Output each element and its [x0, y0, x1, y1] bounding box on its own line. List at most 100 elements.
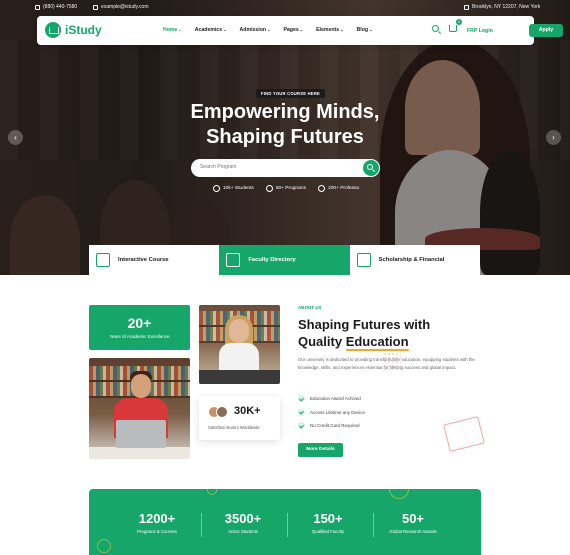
top-bar: (880) 440-7580 example@istudy.com Brookl… [0, 0, 570, 14]
avatar [216, 406, 228, 418]
check-icon [298, 408, 305, 416]
search-icon [367, 164, 373, 170]
checklist-item: Access Lifetime any Device [298, 406, 365, 420]
professor-icon [318, 185, 326, 192]
nav-menu: Home⌄ Academics⌄ Admission⌄ Pages⌄ Eleme… [163, 27, 372, 33]
hero-stats: 10k+ Students 50+ Programs 200+ Professo [213, 185, 359, 192]
hero-stat: 10k+ Students [213, 185, 254, 192]
hero-stat-label: 200+ Professo [328, 186, 360, 191]
stat-label: Active Students [228, 529, 258, 534]
chevron-down-icon: ⌄ [340, 27, 344, 32]
location-icon [464, 4, 469, 10]
stat-awards: 50+ Global Research Awards [368, 511, 458, 534]
feature-label: Interactive Course [118, 257, 169, 263]
mail-icon [93, 4, 98, 10]
diploma-icon [356, 253, 371, 267]
email-info[interactable]: example@istudy.com [93, 4, 149, 10]
program-search-input[interactable] [200, 164, 350, 170]
years-label: Years of Academic Excellence [109, 334, 170, 339]
ring-decoration [389, 489, 409, 499]
faculty-icon [226, 253, 241, 267]
stat-label: Qualified Faculty [311, 529, 344, 534]
address-info: Brooklyn, NY 12207, New York [464, 4, 540, 10]
checklist-label: No Credit Card Required [310, 423, 360, 429]
feature-label: Scholarship & Financial [378, 257, 445, 263]
hero-search-bar [191, 159, 380, 177]
nav-item-admission[interactable]: Admission⌄ [240, 27, 271, 33]
logo-text: iStudy [65, 23, 102, 37]
feature-interactive-course[interactable]: Interactive Course [89, 245, 220, 275]
phone-info[interactable]: (880) 440-7580 [35, 4, 77, 10]
nav-item-pages[interactable]: Pages⌄ [283, 27, 303, 33]
email-text: example@istudy.com [101, 4, 149, 10]
hero-title-line2: Shaping Futures [206, 126, 364, 148]
feature-scholarship[interactable]: Scholarship & Financial [349, 245, 480, 275]
logo[interactable]: iStudy [45, 22, 102, 38]
about-title-highlight: Education [345, 334, 409, 351]
nav-item-label: Pages [283, 27, 299, 33]
books-icon [96, 253, 110, 267]
students-icon [213, 185, 220, 192]
nav-item-label: Home [163, 27, 178, 33]
stat-number: 3500+ [224, 511, 262, 526]
chevron-down-icon: ⌄ [369, 27, 373, 32]
alumni-avatars [208, 406, 232, 418]
carousel-prev-button[interactable]: ‹ [8, 130, 23, 145]
student-boy-photo [89, 358, 190, 459]
feature-faculty-directory[interactable]: Faculty Directory [219, 245, 350, 275]
address-text: Brooklyn, NY 12207, New York [472, 4, 541, 10]
nav-item-academics[interactable]: Academics⌄ [195, 27, 227, 33]
nav-item-label: Blog [356, 27, 369, 33]
hero-stat-label: 10k+ Students [223, 186, 254, 191]
search-icon[interactable] [432, 25, 439, 32]
stat-programs: 1200+ Programs & Courses [112, 511, 202, 534]
hero-stat: 200+ Professo [318, 185, 359, 192]
nav-item-home[interactable]: Home⌄ [163, 27, 182, 33]
feature-tabs: Interactive Course Faculty Directory Sch… [89, 245, 480, 275]
feature-label: Faculty Directory [248, 257, 296, 263]
student-face [131, 374, 151, 398]
stat-label: Global Research Awards [389, 529, 437, 534]
hero-stat: 50+ Programs [265, 185, 306, 192]
programs-icon [265, 185, 273, 192]
checklist-label: Access Lifetime any Device [310, 409, 366, 415]
chevron-down-icon: ⌄ [267, 27, 271, 32]
ring-decoration [97, 539, 111, 553]
stat-number: 50+ [401, 511, 425, 526]
about-title-part1: Shaping Futures with [298, 317, 431, 332]
login-link[interactable]: FRP Login [467, 28, 493, 34]
apply-button[interactable]: Apply [529, 24, 563, 37]
chevron-down-icon: ⌄ [223, 27, 227, 32]
student-girl-photo [199, 305, 280, 384]
cart-icon[interactable]: 0 [449, 19, 462, 32]
phone-icon [35, 4, 40, 10]
about-eyebrow: ABOUT US [298, 305, 322, 310]
stat-students: 3500+ Active Students [198, 511, 288, 534]
ring-decoration [207, 489, 217, 495]
cart-count-badge: 0 [456, 19, 462, 25]
stats-band: 1200+ Programs & Courses 3500+ Active St… [89, 489, 481, 555]
alumni-card: 30K+ Satisfied Alumni Worldwide [199, 396, 280, 440]
about-title: Shaping Futures with Quality Education [298, 316, 478, 351]
hero-section: (880) 440-7580 example@istudy.com Brookl… [0, 0, 570, 275]
checklist-label: Education Award Achived [310, 396, 361, 402]
phone-text: (880) 440-7580 [43, 4, 78, 10]
chevron-down-icon: ⌄ [178, 27, 182, 32]
nav-icons: 0 [432, 19, 462, 32]
student-shirt [219, 343, 259, 373]
student-face [229, 319, 249, 343]
search-button[interactable] [363, 160, 379, 176]
nav-item-elements[interactable]: Elements⌄ [316, 27, 343, 33]
about-checklist: Education Award Achived Access Lifetime … [298, 392, 365, 433]
nav-item-label: Elements [316, 27, 340, 33]
check-icon [298, 395, 305, 403]
nav-item-label: Academics [194, 27, 223, 33]
carousel-next-button[interactable]: › [546, 130, 561, 145]
more-details-button[interactable]: More Details [298, 443, 343, 457]
stat-label: Programs & Courses [137, 529, 177, 534]
desk [199, 370, 280, 384]
logo-icon [45, 22, 61, 38]
nav-item-blog[interactable]: Blog⌄ [357, 27, 373, 33]
alumni-label: Satisfied Alumni Worldwide [208, 425, 260, 430]
chevron-down-icon: ⌄ [299, 27, 304, 32]
